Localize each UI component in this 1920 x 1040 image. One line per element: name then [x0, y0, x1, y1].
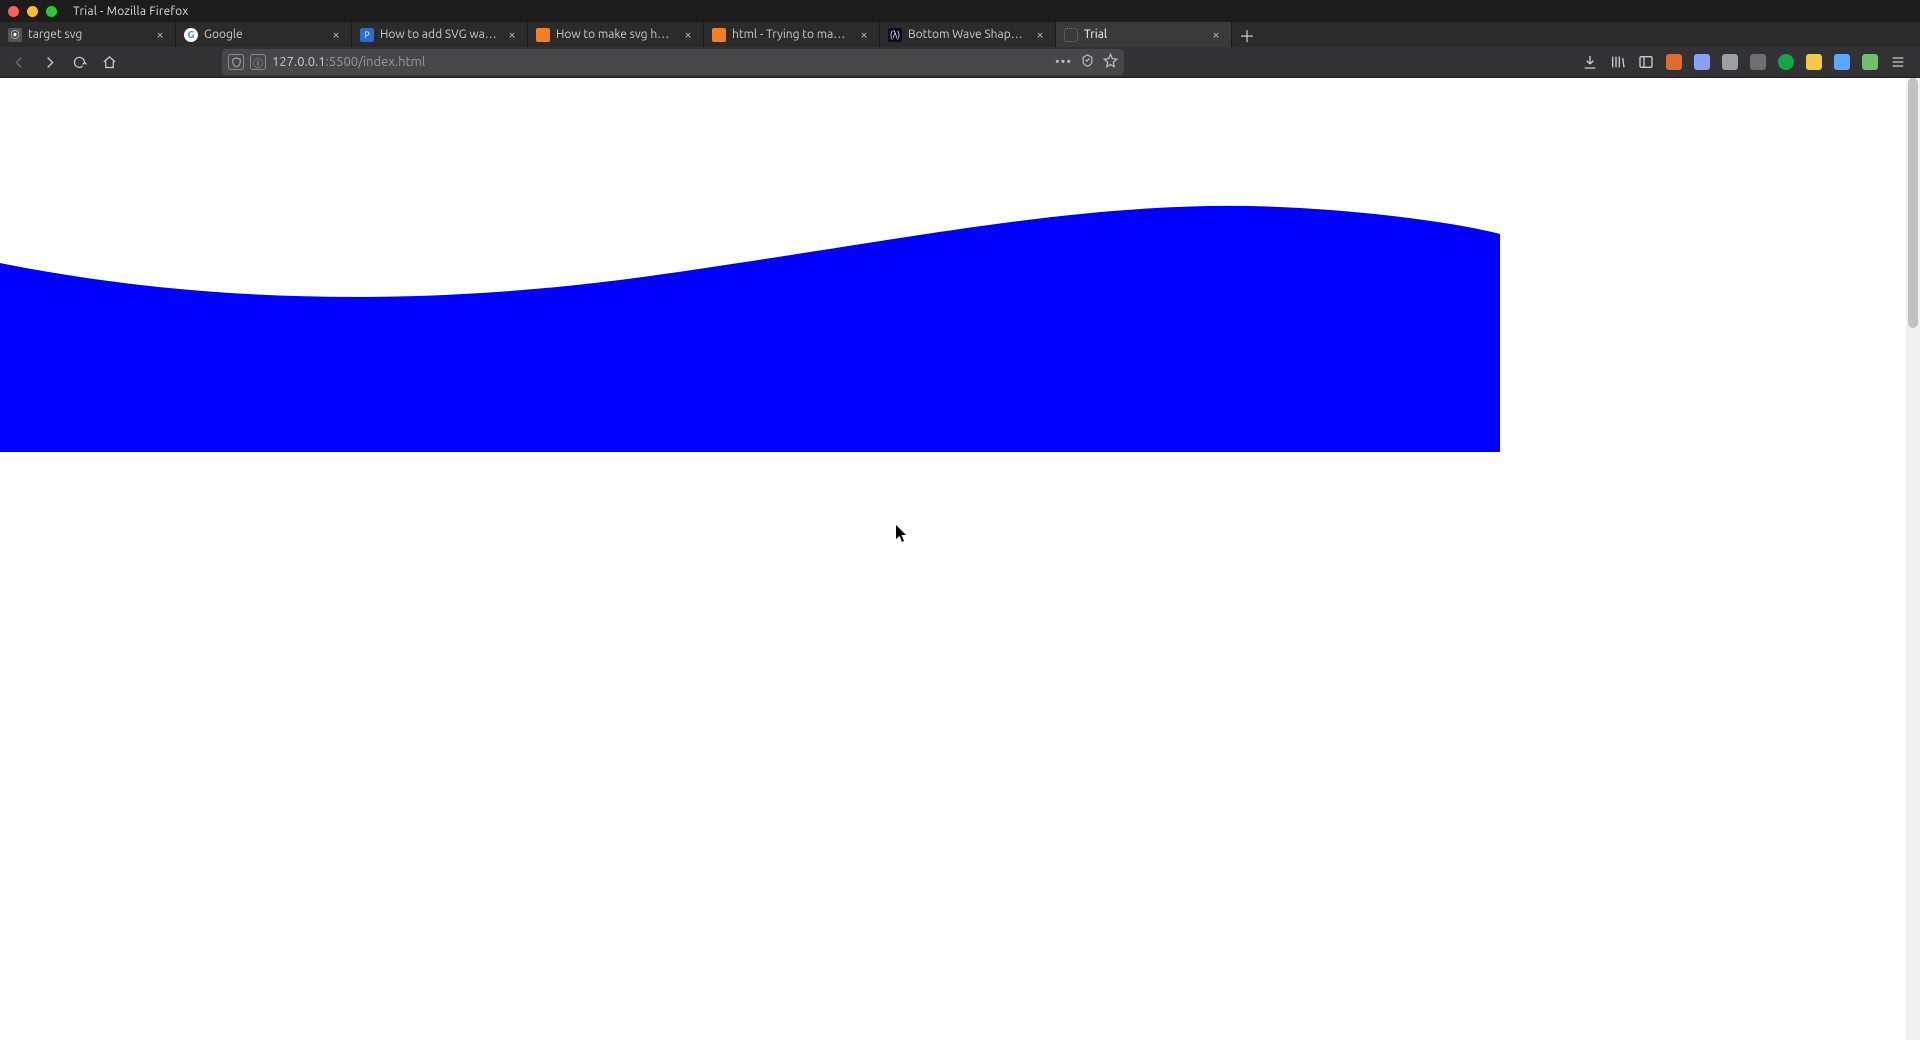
- favicon-icon: [712, 28, 726, 42]
- nav-toolbar: ⓘ 127.0.0.1:5500/index.html •••: [0, 47, 1920, 78]
- site-info-icon[interactable]: ⓘ: [250, 54, 266, 70]
- close-tab-icon[interactable]: ×: [329, 28, 343, 42]
- bookmark-star-icon[interactable]: [1103, 53, 1118, 71]
- favicon-icon: P: [360, 28, 374, 42]
- arrow-left-icon: [12, 55, 27, 70]
- close-tab-icon[interactable]: ×: [153, 28, 167, 42]
- mouse-cursor-icon: [896, 525, 908, 543]
- close-tab-icon[interactable]: ×: [505, 28, 519, 42]
- os-titlebar: Trial - Mozilla Firefox: [0, 0, 1920, 22]
- tab-svg-height[interactable]: How to make svg height sa ×: [528, 22, 704, 47]
- new-tab-button[interactable]: ＋: [1232, 22, 1262, 47]
- tab-label: target svg: [28, 28, 147, 41]
- tab-label: Trial: [1084, 28, 1203, 41]
- sidebar-icon[interactable]: [1636, 52, 1656, 72]
- ext-6-icon[interactable]: [1804, 52, 1824, 72]
- close-tab-icon[interactable]: ×: [681, 28, 695, 42]
- favicon-icon: [536, 28, 550, 42]
- tab-svg-waves[interactable]: P How to add SVG waves to y ×: [352, 22, 528, 47]
- favicon-icon: (λ): [888, 28, 902, 42]
- forward-button[interactable]: [36, 49, 62, 75]
- window-close-dot[interactable]: [8, 6, 19, 17]
- scrollbar-thumb[interactable]: [1908, 78, 1918, 328]
- window-title: Trial - Mozilla Firefox: [73, 5, 189, 18]
- ext-1-icon[interactable]: [1664, 52, 1684, 72]
- tab-label: Bottom Wave Shape Effect: [908, 28, 1027, 41]
- window-minimize-dot[interactable]: [27, 6, 38, 17]
- wave-path: [0, 206, 1500, 452]
- downloads-icon[interactable]: [1580, 52, 1600, 72]
- menu-button[interactable]: [1888, 52, 1908, 72]
- tab-label: How to make svg height sa: [556, 28, 675, 41]
- close-tab-icon[interactable]: ×: [1033, 28, 1047, 42]
- home-button[interactable]: [96, 49, 122, 75]
- url-host: 127.0.0.1: [272, 55, 326, 69]
- tab-google[interactable]: G Google ×: [176, 22, 352, 47]
- tab-strip: ⦿ target svg × G Google × P How to add S…: [0, 22, 1920, 47]
- reload-icon: [72, 55, 87, 70]
- close-tab-icon[interactable]: ×: [1209, 28, 1223, 42]
- back-button[interactable]: [6, 49, 32, 75]
- url-text[interactable]: 127.0.0.1:5500/index.html: [272, 55, 1049, 69]
- ext-5-icon[interactable]: [1776, 52, 1796, 72]
- tab-label: Google: [204, 28, 323, 41]
- arrow-right-icon: [42, 55, 57, 70]
- favicon-icon: ⦿: [8, 28, 22, 42]
- library-icon[interactable]: [1608, 52, 1628, 72]
- tab-label: html - Trying to make SVG: [732, 28, 851, 41]
- wave-graphic: [0, 78, 1500, 452]
- reader-mode-icon[interactable]: [1080, 53, 1095, 71]
- page-actions-icon[interactable]: •••: [1055, 55, 1072, 69]
- url-path: /index.html: [358, 55, 425, 69]
- page-viewport: [0, 78, 1920, 1040]
- home-icon: [102, 55, 117, 70]
- reload-button[interactable]: [66, 49, 92, 75]
- ext-8-icon[interactable]: [1860, 52, 1880, 72]
- shield-icon[interactable]: [228, 54, 244, 70]
- close-tab-icon[interactable]: ×: [857, 28, 871, 42]
- vertical-scrollbar[interactable]: [1906, 78, 1920, 1040]
- tab-label: How to add SVG waves to y: [380, 28, 499, 41]
- window-maximize-dot[interactable]: [46, 6, 57, 17]
- toolbar-extensions: [1580, 52, 1908, 72]
- ext-4-icon[interactable]: [1748, 52, 1768, 72]
- tab-trial[interactable]: Trial ×: [1056, 22, 1232, 47]
- favicon-icon: G: [184, 28, 198, 42]
- tab-target-svg[interactable]: ⦿ target svg ×: [0, 22, 176, 47]
- tab-svg-trying[interactable]: html - Trying to make SVG ×: [704, 22, 880, 47]
- ext-2-icon[interactable]: [1692, 52, 1712, 72]
- address-bar[interactable]: ⓘ 127.0.0.1:5500/index.html •••: [222, 49, 1124, 75]
- url-port: :5500: [326, 55, 359, 69]
- favicon-icon: [1064, 28, 1078, 42]
- tab-bottom-wave[interactable]: (λ) Bottom Wave Shape Effect ×: [880, 22, 1056, 47]
- ext-7-icon[interactable]: [1832, 52, 1852, 72]
- ext-3-icon[interactable]: [1720, 52, 1740, 72]
